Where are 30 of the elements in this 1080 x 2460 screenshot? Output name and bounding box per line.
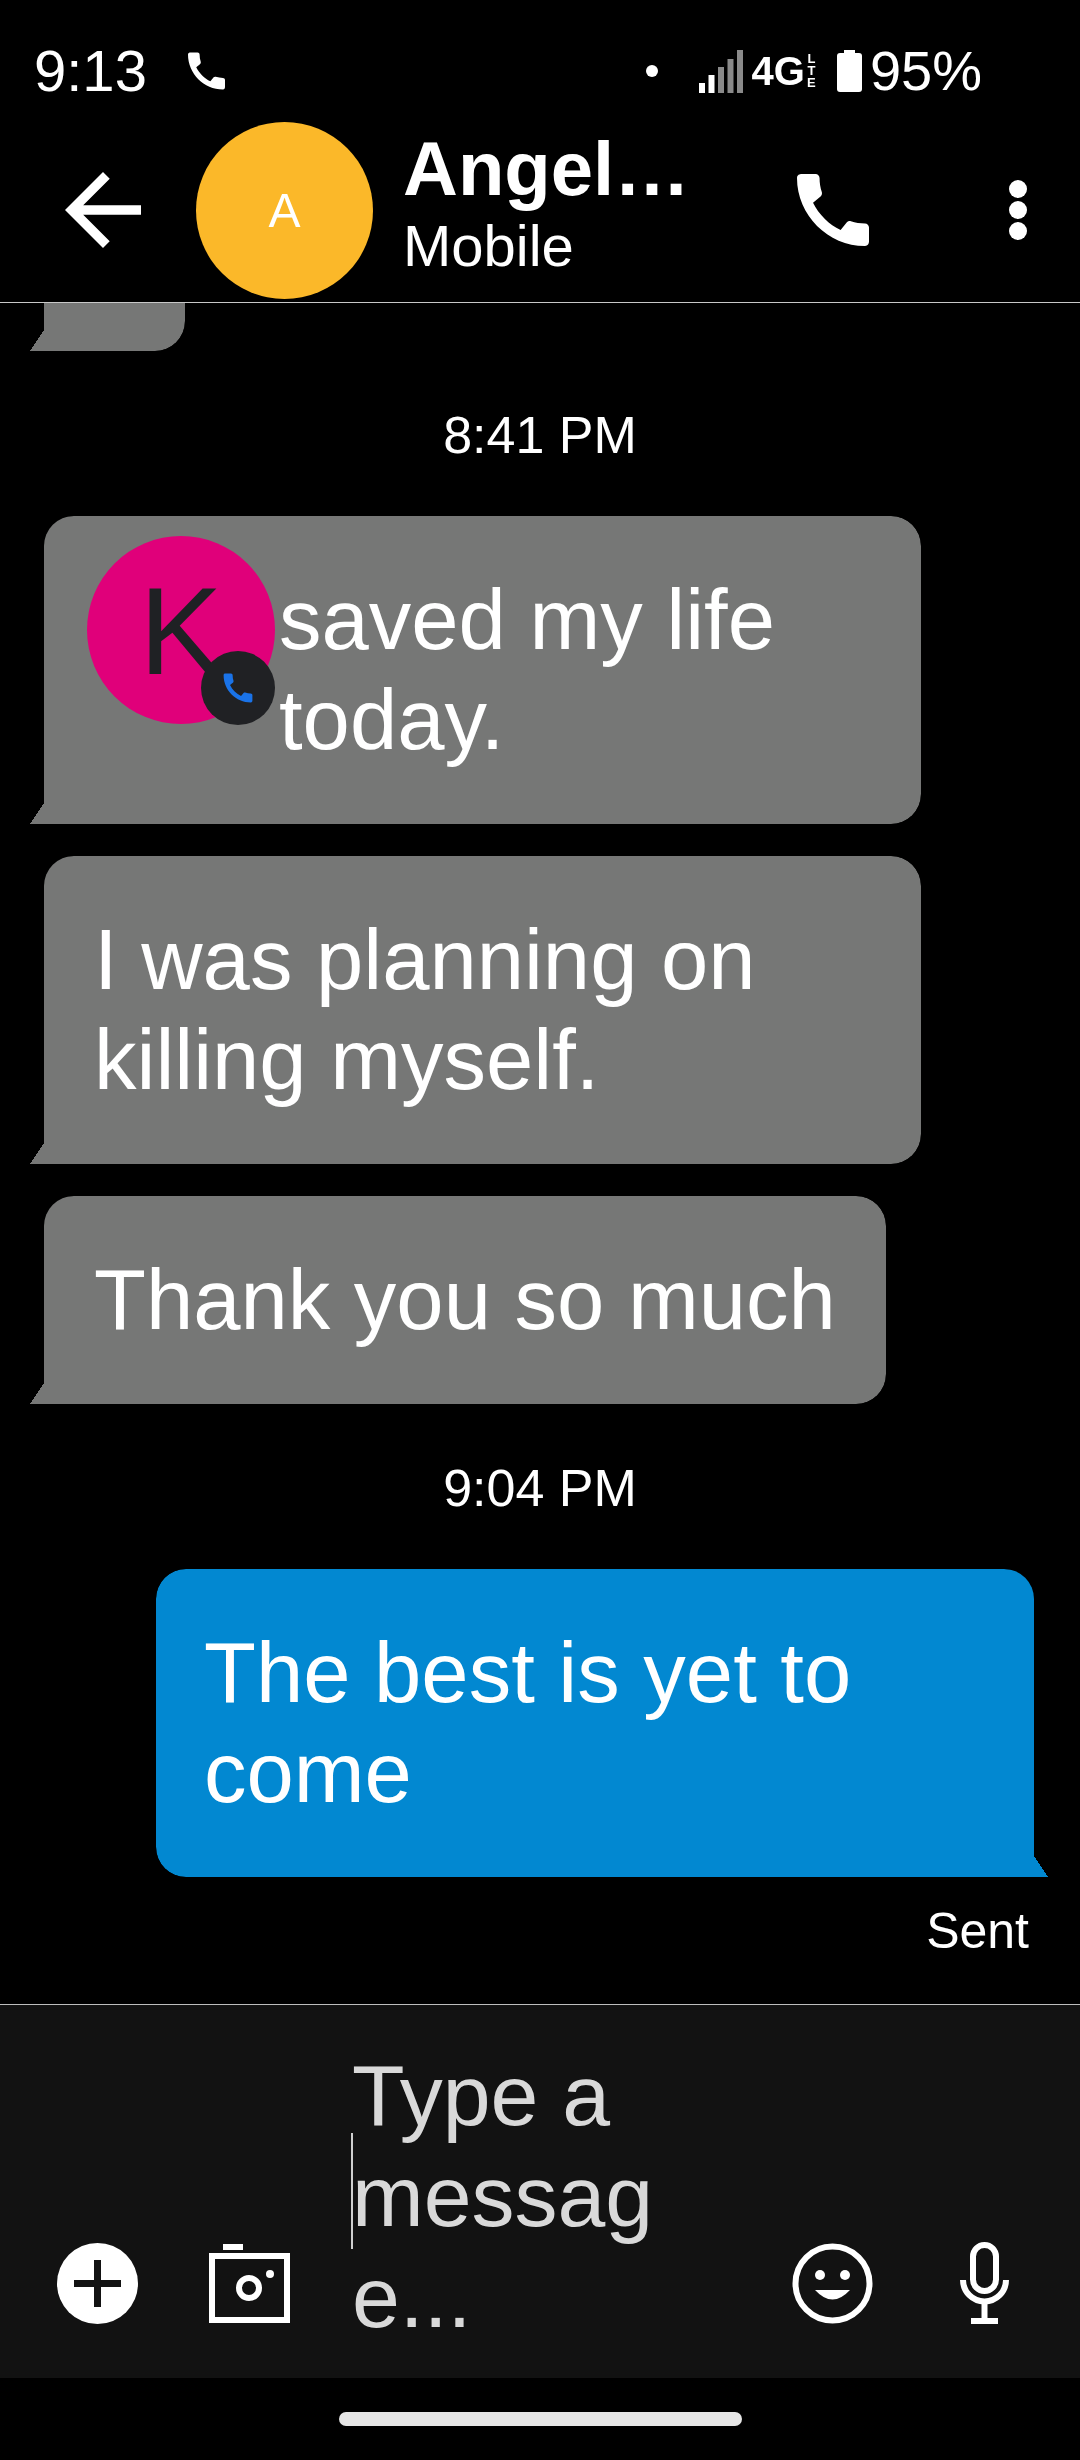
timestamp: 9:04 PM — [443, 1458, 637, 1518]
message-text: The best is yet to come — [204, 1624, 853, 1822]
add-button[interactable] — [57, 2243, 138, 2324]
phone-icon — [187, 51, 225, 91]
battery-percent: 95% — [869, 43, 982, 99]
contact-avatar[interactable]: A — [196, 121, 373, 299]
more-vertical-icon — [1008, 180, 1028, 240]
back-arrow-icon — [65, 172, 141, 248]
plus-circle-icon — [57, 2243, 138, 2324]
emoji-button[interactable] — [792, 2243, 873, 2324]
microphone-icon — [959, 2242, 1010, 2324]
message-text: I was planning on killing myself. — [94, 911, 757, 1109]
camera-button[interactable] — [209, 2244, 290, 2323]
mic-button[interactable] — [959, 2242, 1010, 2324]
contact-name: Angel… — [403, 127, 691, 211]
timestamp: 8:41 PM — [443, 405, 637, 465]
phone-icon — [797, 174, 869, 246]
status-time: 9:13 — [34, 42, 147, 100]
smiley-icon — [792, 2243, 873, 2324]
message-text: saved my life today. — [279, 571, 776, 769]
message-input[interactable]: Type a message... — [352, 2045, 672, 2348]
delivery-status: Sent — [926, 1902, 1029, 1961]
battery-icon — [836, 50, 862, 92]
contact-phone-type: Mobile — [403, 212, 574, 280]
camera-icon — [209, 2244, 290, 2323]
notification-dot-icon — [645, 65, 658, 77]
network-detail: LTE — [806, 53, 817, 89]
network-type: 4G — [751, 51, 805, 91]
signal-icon — [698, 49, 744, 93]
message-text: Thank you so much — [94, 1251, 836, 1349]
